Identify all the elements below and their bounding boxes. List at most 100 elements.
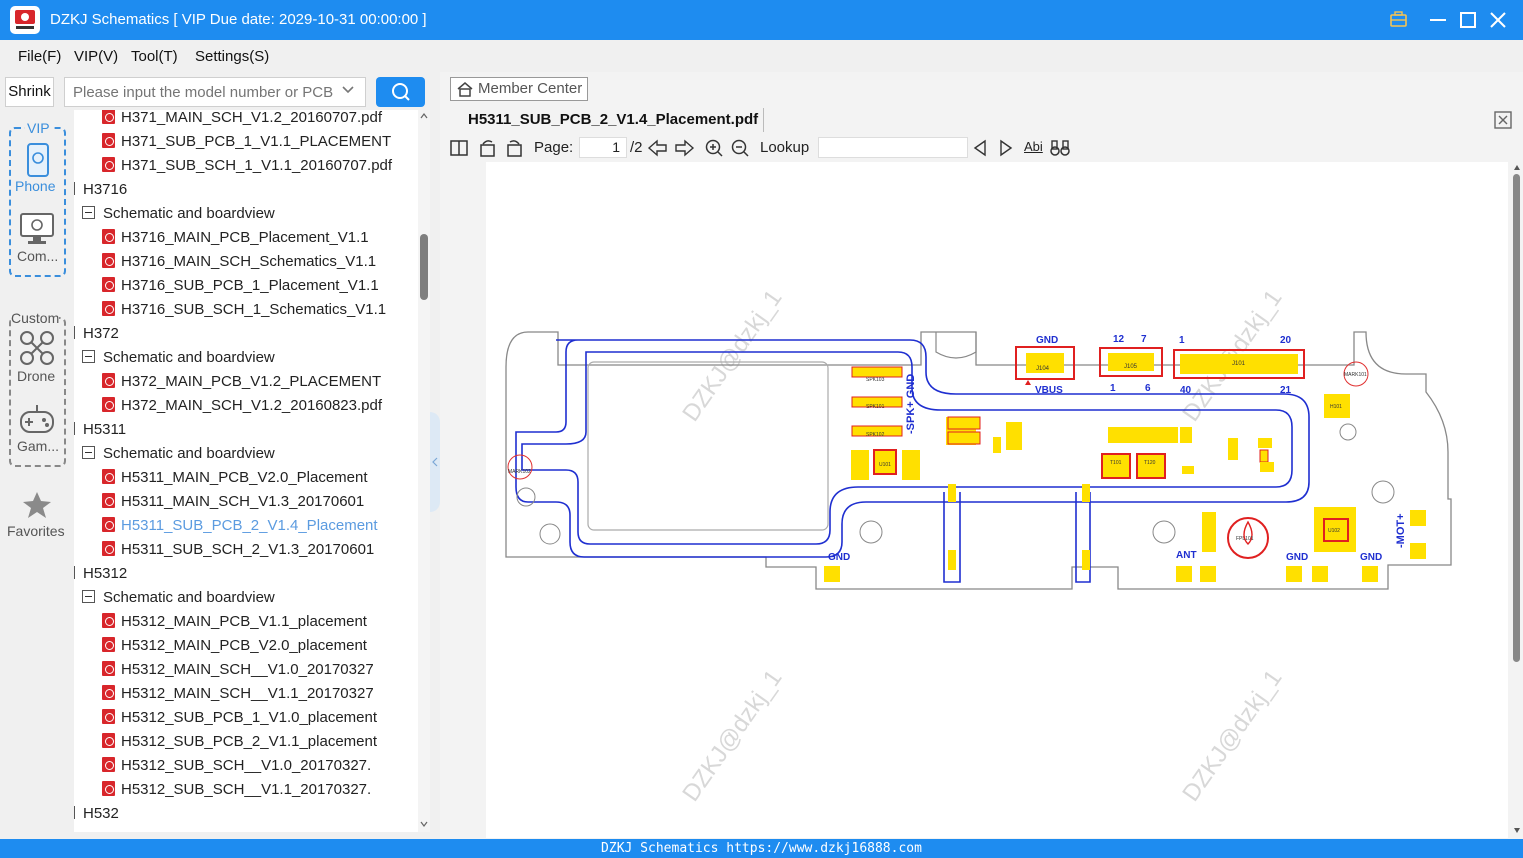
- next-page-icon[interactable]: [673, 138, 695, 158]
- tree-scroll-thumb[interactable]: [420, 234, 428, 300]
- tree-folder-item[interactable]: H532: [74, 802, 119, 826]
- tree-scrollbar[interactable]: [418, 110, 430, 832]
- rotate-left-icon[interactable]: [478, 138, 498, 158]
- tree-folder-item[interactable]: H5311: [74, 418, 126, 442]
- collapse-toggle-icon[interactable]: [74, 806, 75, 819]
- drone-icon[interactable]: [19, 330, 55, 366]
- label-j104: J104: [1036, 366, 1050, 372]
- tree-folder-item[interactable]: Schematic and boardview: [82, 586, 275, 610]
- lookup-input[interactable]: [818, 137, 968, 158]
- page-number-input[interactable]: 1: [579, 137, 627, 158]
- tree-file-item[interactable]: H5312_SUB_PCB_2_V1.1_placement: [102, 730, 377, 754]
- gamepad-icon[interactable]: [19, 402, 55, 436]
- search-button[interactable]: [376, 77, 425, 107]
- document-scroll-thumb[interactable]: [1513, 174, 1520, 662]
- phone-icon[interactable]: [24, 142, 52, 178]
- favorites-label[interactable]: Favorites: [7, 523, 65, 539]
- vip-label: VIP: [25, 120, 52, 136]
- zoom-in-icon[interactable]: [704, 138, 724, 158]
- game-label[interactable]: Gam...: [17, 438, 59, 454]
- find-next-icon[interactable]: [998, 138, 1014, 158]
- close-tab-icon[interactable]: [1493, 110, 1513, 130]
- match-case-button[interactable]: Abi: [1024, 139, 1043, 154]
- tree-folder-item[interactable]: Schematic and boardview: [82, 346, 275, 370]
- collapse-toggle-icon[interactable]: [74, 422, 75, 435]
- collapse-toggle-icon[interactable]: [82, 446, 95, 459]
- menu-vip[interactable]: VIP(V): [74, 48, 118, 65]
- tree-item-label: Schematic and boardview: [103, 349, 275, 366]
- label-motor: -MOT+: [1395, 513, 1407, 548]
- star-icon[interactable]: [22, 490, 52, 520]
- collapse-toggle-icon[interactable]: [74, 182, 75, 195]
- tree-file-item[interactable]: H5312_MAIN_PCB_V1.1_placement: [102, 610, 367, 634]
- tree-file-item[interactable]: H372_MAIN_SCH_V1.2_20160823.pdf: [102, 394, 382, 418]
- tree-file-item[interactable]: H5311_SUB_SCH_2_V1.3_20170601: [102, 538, 374, 562]
- chevron-down-icon[interactable]: [340, 82, 356, 98]
- member-center-button[interactable]: Member Center: [450, 77, 588, 101]
- computer-icon[interactable]: [19, 212, 55, 246]
- tree-file-item[interactable]: H371_SUB_PCB_1_V1.1_PLACEMENT: [102, 130, 391, 154]
- shrink-button[interactable]: Shrink: [5, 77, 54, 107]
- phone-label[interactable]: Phone: [15, 178, 55, 194]
- tree-file-item[interactable]: H5311_MAIN_SCH_V1.3_20170601: [102, 490, 364, 514]
- tree-file-item[interactable]: H5312_MAIN_SCH__V1.1_20170327: [102, 682, 374, 706]
- label-spk101: SPK101: [866, 404, 885, 410]
- previous-page-icon[interactable]: [647, 138, 669, 158]
- tree-folder-item[interactable]: H5312: [74, 562, 127, 586]
- tree-file-item[interactable]: H371_SUB_SCH_1_V1.1_20160707.pdf: [102, 154, 392, 178]
- collapse-toggle-icon[interactable]: [74, 326, 75, 339]
- briefcase-icon[interactable]: [1384, 6, 1412, 34]
- tree-file-item[interactable]: H3716_MAIN_PCB_Placement_V1.1: [102, 226, 369, 250]
- tree-item-label: H532: [83, 805, 119, 822]
- document-scrollbar[interactable]: [1510, 162, 1523, 838]
- scroll-down-icon[interactable]: [420, 820, 428, 828]
- drone-label[interactable]: Drone: [17, 368, 55, 384]
- computer-label[interactable]: Com...: [17, 248, 58, 264]
- pdf-file-icon: [102, 637, 115, 652]
- collapse-toggle-icon[interactable]: [82, 590, 95, 603]
- scroll-up-icon[interactable]: [1513, 164, 1521, 172]
- tree-file-item[interactable]: H5312_MAIN_SCH__V1.0_20170327: [102, 658, 374, 682]
- find-previous-icon[interactable]: [972, 138, 988, 158]
- tree-file-item[interactable]: H5312_MAIN_PCB_V2.0_placement: [102, 634, 367, 658]
- tree-item-label: H5312_MAIN_SCH__V1.0_20170327: [121, 661, 374, 678]
- collapse-toggle-icon[interactable]: [82, 206, 95, 219]
- panel-splitter[interactable]: [430, 72, 440, 839]
- tree-folder-item[interactable]: H3716: [74, 178, 127, 202]
- tree-file-item[interactable]: H5311_SUB_PCB_2_V1.4_Placement: [102, 514, 378, 538]
- tree-file-item[interactable]: H372_MAIN_PCB_V1.2_PLACEMENT: [102, 370, 381, 394]
- collapse-panel-icon[interactable]: [431, 456, 439, 468]
- label-t120: T120: [1144, 460, 1156, 466]
- menu-settings[interactable]: Settings(S): [195, 48, 269, 65]
- collapse-toggle-icon[interactable]: [82, 350, 95, 363]
- search-input[interactable]: [64, 77, 366, 107]
- document-tab[interactable]: H5311_SUB_PCB_2_V1.4_Placement.pdf: [468, 111, 758, 128]
- pdf-page[interactable]: DZKJ@dzkj_1 DZKJ@dzkj_1 DZKJ@dzkj_1 DZKJ…: [486, 162, 1508, 838]
- tree-file-item[interactable]: H3716_SUB_SCH_1_Schematics_V1.1: [102, 298, 386, 322]
- tree-file-item[interactable]: H5312_SUB_SCH__V1.1_20170327.: [102, 778, 371, 802]
- scroll-up-icon[interactable]: [420, 112, 428, 120]
- tree-file-item[interactable]: H5312_SUB_SCH__V1.0_20170327.: [102, 754, 371, 778]
- menu-file[interactable]: File(F): [18, 48, 61, 65]
- sidebar-toggle-icon[interactable]: [449, 138, 469, 158]
- tree-item-label: H3716: [83, 181, 128, 198]
- tree-file-item[interactable]: H5311_MAIN_PCB_V2.0_Placement: [102, 466, 368, 490]
- pdf-file-icon: [102, 613, 115, 628]
- tree-folder-item[interactable]: H372: [74, 322, 119, 346]
- maximize-button[interactable]: [1454, 6, 1482, 34]
- scroll-down-icon[interactable]: [1513, 826, 1521, 834]
- tree-file-item[interactable]: H5312_SUB_PCB_1_V1.0_placement: [102, 706, 377, 730]
- tree-folder-item[interactable]: Schematic and boardview: [82, 202, 275, 226]
- title-bar: DZKJ Schematics [ VIP Due date: 2029-10-…: [0, 0, 1523, 40]
- collapse-toggle-icon[interactable]: [74, 566, 75, 579]
- tree-file-item[interactable]: H371_MAIN_SCH_V1.2_20160707.pdf: [102, 110, 382, 130]
- zoom-out-icon[interactable]: [730, 138, 750, 158]
- tree-file-item[interactable]: H3716_MAIN_SCH_Schematics_V1.1: [102, 250, 376, 274]
- close-button[interactable]: [1484, 6, 1512, 34]
- binoculars-icon[interactable]: [1049, 138, 1071, 158]
- minimize-button[interactable]: [1424, 6, 1452, 34]
- tree-file-item[interactable]: H3716_SUB_PCB_1_Placement_V1.1: [102, 274, 379, 298]
- rotate-right-icon[interactable]: [504, 138, 524, 158]
- menu-tool[interactable]: Tool(T): [131, 48, 178, 65]
- tree-folder-item[interactable]: Schematic and boardview: [82, 442, 275, 466]
